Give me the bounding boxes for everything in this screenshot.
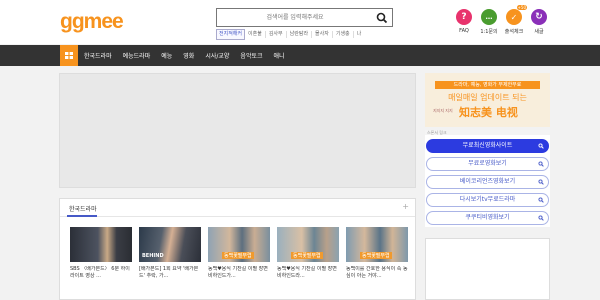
ad-top-text: 드라마, 예능, 영화가 무제한무료 bbox=[435, 81, 540, 89]
video-item[interactable]: SBS 〈배가본드〉 6분 하이라이트 영상 ... bbox=[70, 227, 132, 280]
question-icon: ? bbox=[456, 9, 472, 25]
nav-items: 한국드라마 예능드라마 예능 영화 시사/교양 음악토크 애니 bbox=[84, 45, 296, 66]
banner-placeholder bbox=[59, 73, 416, 188]
drama-section: 한국드라마 + SBS 〈배가본드〉 6분 하이라이트 영상 ... BEHIN… bbox=[59, 198, 416, 300]
search-icon bbox=[538, 196, 544, 208]
search-icon bbox=[538, 142, 544, 154]
keyword-item[interactable]: 남란탐라 bbox=[287, 30, 313, 38]
sponsor-link-label: 다시보기tv무료드라마 bbox=[459, 196, 516, 203]
inquiry-button[interactable]: … 1:1문의 bbox=[480, 9, 498, 35]
video-caption[interactable]: 동백이를 간호한 용식이 속 동심이 아는 거야... bbox=[346, 266, 408, 280]
video-item[interactable]: 동백꽃필무렵 동백♥용식 기찬길 이별 장면 비하인드라... bbox=[277, 227, 339, 280]
check-icon: ✓ +50 bbox=[506, 5, 527, 25]
page: ggmee 전지적해커 이혼불 김사부 남란탐라 몰사자 기생충 나 ? FAQ… bbox=[0, 0, 600, 300]
hamburger-menu-icon[interactable] bbox=[60, 45, 78, 66]
keyword-item[interactable]: 나 bbox=[354, 31, 365, 38]
sponsor-link[interactable]: 쿠쿠티비영화보기 bbox=[426, 211, 549, 225]
new-posts-label: 새글 bbox=[534, 29, 544, 35]
video-item[interactable]: BEHIND [배가본드] 1회 요약 '배가본드' 추락, 가... bbox=[139, 227, 201, 280]
nav-item-variety[interactable]: 예능 bbox=[161, 51, 172, 60]
sponsor-link-label: 무료로영화보기 bbox=[468, 160, 507, 167]
thumbnail-tag: 동백꽃필무렵 bbox=[360, 252, 392, 259]
keyword-item[interactable]: 전지적해커 bbox=[216, 28, 246, 40]
ad-sub-text: 지지지 지지 bbox=[433, 108, 453, 113]
search-box bbox=[216, 8, 393, 27]
video-thumbnail[interactable]: 동백꽃필무렵 bbox=[277, 227, 339, 262]
search-icon bbox=[538, 178, 544, 190]
thumbnail-tag: BEHIND bbox=[142, 253, 164, 259]
search-icon bbox=[538, 214, 544, 226]
new-posts-button[interactable]: ↻ 새글 bbox=[530, 9, 548, 35]
sponsor-link-label: 쿠쿠티비영화보기 bbox=[465, 214, 510, 221]
main-nav: 한국드라마 예능드라마 예능 영화 시사/교양 음악토크 애니 bbox=[0, 45, 600, 66]
sponsor-link[interactable]: 베이코리언즈영화보기 bbox=[426, 175, 549, 189]
nav-item-documentary[interactable]: 시사/교양 bbox=[205, 51, 229, 60]
search-input[interactable] bbox=[220, 11, 370, 24]
video-thumbnail[interactable] bbox=[70, 227, 132, 262]
video-item[interactable]: 동백꽃필무렵 동백이를 간호한 용식이 속 동심이 아는 거야... bbox=[346, 227, 408, 280]
section-underline bbox=[67, 215, 97, 217]
thumbnail-tag: 동백꽃필무렵 bbox=[222, 252, 254, 259]
more-icon[interactable]: + bbox=[402, 202, 409, 211]
attendance-badge: +50 bbox=[516, 5, 527, 10]
video-caption[interactable]: [배가본드] 1회 요약 '배가본드' 추락, 가... bbox=[139, 266, 201, 280]
faq-button[interactable]: ? FAQ bbox=[455, 9, 473, 34]
section-divider bbox=[60, 216, 415, 217]
side-panel-placeholder bbox=[425, 238, 550, 300]
sponsor-link[interactable]: 무료최신영화사이트 bbox=[426, 139, 549, 153]
sponsor-link-label: 베이코리언즈영화보기 bbox=[459, 178, 516, 185]
keyword-item[interactable]: 기생충 bbox=[333, 30, 354, 38]
nav-item-korean-drama[interactable]: 한국드라마 bbox=[84, 51, 112, 60]
video-thumbnail[interactable]: 동백꽃필무렵 bbox=[346, 227, 408, 262]
keyword-item[interactable]: 이혼불 bbox=[245, 30, 266, 38]
sponsor-label: 스폰서 링크 bbox=[425, 130, 550, 135]
nav-item-variety-drama[interactable]: 예능드라마 bbox=[123, 51, 151, 60]
video-caption[interactable]: 동백♥용식 기찬길 이별 장면 비하인드라... bbox=[277, 266, 339, 280]
video-thumbnail[interactable]: BEHIND bbox=[139, 227, 201, 262]
keyword-item[interactable]: 몰사자 bbox=[312, 30, 333, 38]
search-icon[interactable] bbox=[375, 11, 389, 24]
nav-item-movie[interactable]: 영화 bbox=[183, 51, 194, 60]
search-icon bbox=[538, 160, 544, 172]
video-thumbnail[interactable]: 동백꽃필무렵 bbox=[208, 227, 270, 262]
nav-item-music-talk[interactable]: 음악토크 bbox=[240, 51, 262, 60]
header: ggmee 전지적해커 이혼불 김사부 남란탐라 몰사자 기생충 나 ? FAQ… bbox=[0, 0, 600, 44]
logo[interactable]: ggmee bbox=[60, 10, 124, 34]
popular-keywords: 전지적해커 이혼불 김사부 남란탐라 몰사자 기생충 나 bbox=[216, 28, 365, 40]
attendance-button[interactable]: ✓ +50 출석체크 bbox=[505, 5, 527, 35]
video-caption[interactable]: SBS 〈배가본드〉 6분 하이라이트 영상 ... bbox=[70, 266, 132, 280]
sponsor-link-label: 무료최신영화사이트 bbox=[462, 142, 513, 149]
chat-bubble-icon: … bbox=[481, 9, 497, 25]
ad-brand-text: 知志美 电视 bbox=[459, 106, 518, 119]
section-title[interactable]: 한국드라마 bbox=[69, 204, 97, 213]
sponsor-links: 스폰서 링크 무료최신영화사이트 무료로영화보기 베이코리언즈영화보기 다시보기… bbox=[425, 130, 550, 227]
nav-item-animation[interactable]: 애니 bbox=[274, 51, 285, 60]
video-caption[interactable]: 동백♥용식 기찬길 이별 장면 비하인드가... bbox=[208, 266, 270, 280]
sponsor-link[interactable]: 다시보기tv무료드라마 bbox=[426, 193, 549, 207]
sponsor-link[interactable]: 무료로영화보기 bbox=[426, 157, 549, 171]
ad-banner[interactable]: 드라마, 예능, 영화가 무제한무료 매일매일 업데이트 되는 지지지 지지 知… bbox=[425, 73, 550, 127]
thumbnail-tag: 동백꽃필무렵 bbox=[291, 252, 323, 259]
video-item[interactable]: 동백꽃필무렵 동백♥용식 기찬길 이별 장면 비하인드가... bbox=[208, 227, 270, 280]
refresh-icon: ↻ bbox=[531, 9, 547, 25]
keyword-item[interactable]: 김사부 bbox=[266, 30, 287, 38]
ad-main-text: 매일매일 업데이트 되는 bbox=[448, 93, 527, 102]
